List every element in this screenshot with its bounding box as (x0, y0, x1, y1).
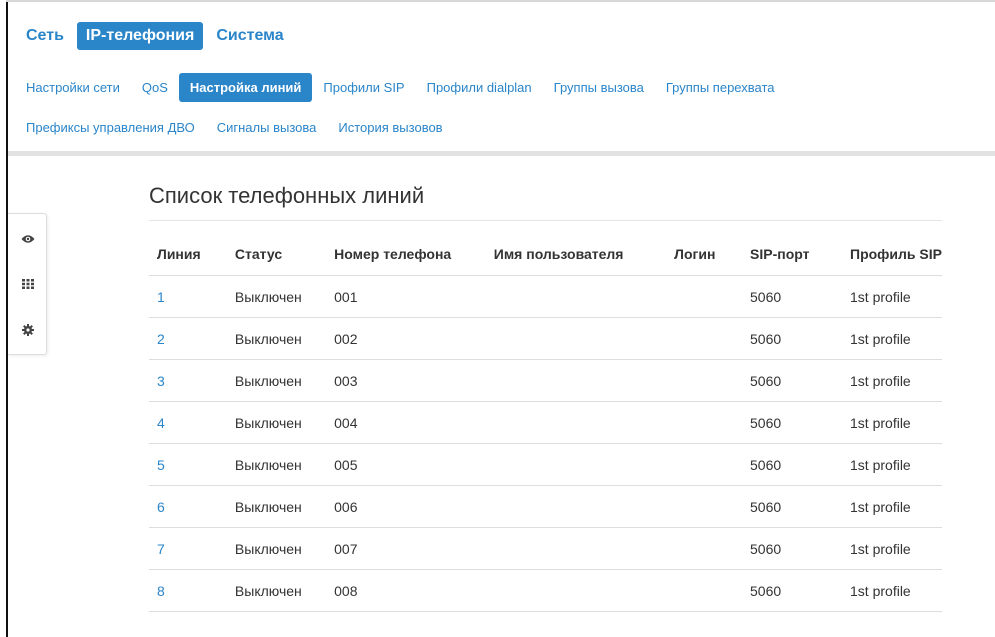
line-number-link[interactable]: 5 (149, 443, 227, 486)
eye-icon[interactable] (18, 229, 38, 249)
username-cell (485, 317, 667, 360)
column-header-username: Имя пользователя (485, 233, 667, 276)
sub-navigation: Настройки сети QoS Настройка линий Профи… (26, 70, 986, 150)
title-divider (149, 220, 942, 221)
line-number-link[interactable]: 7 (149, 527, 227, 570)
status-cell: Выключен (226, 359, 327, 402)
grid-icon[interactable] (18, 274, 38, 294)
subnav-call-history[interactable]: История вызовов (327, 113, 453, 142)
sip-port-cell: 5060 (742, 569, 843, 612)
sip-port-cell: 5060 (742, 443, 843, 486)
subnav-network-settings[interactable]: Настройки сети (26, 73, 131, 102)
login-cell (666, 485, 743, 528)
column-header-sip-port: SIP-порт (742, 233, 843, 276)
status-cell: Выключен (226, 443, 327, 486)
sip-port-cell: 5060 (742, 317, 843, 360)
status-cell: Выключен (226, 401, 327, 444)
tab-system[interactable]: Система (207, 22, 292, 50)
window-top-border (6, 0, 995, 2)
subnav-ring-signals[interactable]: Сигналы вызова (206, 113, 328, 142)
status-cell: Выключен (226, 527, 327, 570)
username-cell (485, 359, 667, 402)
line-number-link[interactable]: 1 (149, 275, 227, 318)
header-separator (8, 151, 995, 156)
status-cell: Выключен (226, 275, 327, 318)
line-number-link[interactable]: 2 (149, 317, 227, 360)
table-header-row: Линия Статус Номер телефона Имя пользова… (149, 233, 942, 276)
column-header-login: Логин (666, 233, 743, 276)
line-number-link[interactable]: 4 (149, 401, 227, 444)
table-row: 6 Выключен 006 5060 1st profile (149, 485, 942, 528)
phone-number-cell: 008 (326, 569, 486, 612)
status-cell: Выключен (226, 317, 327, 360)
tab-network[interactable]: Сеть (26, 22, 73, 50)
phone-number-cell: 004 (326, 401, 486, 444)
sip-profile-cell: 1st profile (842, 359, 942, 402)
login-cell (666, 401, 743, 444)
phone-number-cell: 003 (326, 359, 486, 402)
table-row: 4 Выключен 004 5060 1st profile (149, 401, 942, 444)
sip-port-cell: 5060 (742, 401, 843, 444)
table-row: 5 Выключен 005 5060 1st profile (149, 443, 942, 486)
subnav-line-settings[interactable]: Настройка линий (178, 72, 313, 102)
subnav-pickup-groups[interactable]: Группы перехвата (655, 73, 786, 102)
login-cell (666, 443, 743, 486)
phone-lines-table: Линия Статус Номер телефона Имя пользова… (149, 233, 942, 612)
table-row: 8 Выключен 008 5060 1st profile (149, 569, 942, 612)
username-cell (485, 275, 667, 318)
username-cell (485, 485, 667, 528)
subnav-call-groups[interactable]: Группы вызова (543, 73, 655, 102)
sip-profile-cell: 1st profile (842, 443, 942, 486)
subnav-dialplan-profiles[interactable]: Профили dialplan (416, 73, 543, 102)
phone-number-cell: 006 (326, 485, 486, 528)
login-cell (666, 317, 743, 360)
subnav-qos[interactable]: QoS (131, 73, 179, 102)
gear-icon[interactable] (18, 320, 38, 340)
login-cell (666, 569, 743, 612)
sip-profile-cell: 1st profile (842, 569, 942, 612)
table-row: 1 Выключен 001 5060 1st profile (149, 275, 942, 318)
username-cell (485, 443, 667, 486)
column-header-phone-number: Номер телефона (326, 233, 486, 276)
sip-profile-cell: 1st profile (842, 401, 942, 444)
sip-port-cell: 5060 (742, 485, 843, 528)
line-number-link[interactable]: 3 (149, 359, 227, 402)
column-header-line: Линия (149, 233, 227, 276)
login-cell (666, 275, 743, 318)
subnav-sip-profiles[interactable]: Профили SIP (312, 73, 415, 102)
phone-number-cell: 007 (326, 527, 486, 570)
sip-profile-cell: 1st profile (842, 485, 942, 528)
subnav-dvo-prefixes[interactable]: Префиксы управления ДВО (26, 113, 206, 142)
status-cell: Выключен (226, 485, 327, 528)
username-cell (485, 569, 667, 612)
sip-profile-cell: 1st profile (842, 275, 942, 318)
column-header-sip-profile: Профиль SIP (842, 233, 942, 276)
phone-number-cell: 001 (326, 275, 486, 318)
status-cell: Выключен (226, 569, 327, 612)
column-header-status: Статус (226, 233, 327, 276)
sip-port-cell: 5060 (742, 527, 843, 570)
table-row: 7 Выключен 007 5060 1st profile (149, 527, 942, 570)
page-title: Список телефонных линий (149, 183, 425, 208)
username-cell (485, 527, 667, 570)
username-cell (485, 401, 667, 444)
sip-profile-cell: 1st profile (842, 317, 942, 360)
login-cell (666, 527, 743, 570)
login-cell (666, 359, 743, 402)
phone-number-cell: 005 (326, 443, 486, 486)
sip-port-cell: 5060 (742, 275, 843, 318)
top-navigation: Сеть IP-телефония Система (26, 21, 297, 51)
sip-profile-cell: 1st profile (842, 527, 942, 570)
phone-number-cell: 002 (326, 317, 486, 360)
sub-nav-row: Настройки сети QoS Настройка линий Профи… (26, 70, 986, 104)
line-number-link[interactable]: 6 (149, 485, 227, 528)
side-toolbar (8, 213, 47, 355)
table-row: 2 Выключен 002 5060 1st profile (149, 317, 942, 360)
tab-ip-telephony[interactable]: IP-телефония (76, 22, 204, 50)
table-row: 3 Выключен 003 5060 1st profile (149, 359, 942, 402)
sub-nav-row: Префиксы управления ДВО Сигналы вызова И… (26, 110, 986, 144)
line-number-link[interactable]: 8 (149, 569, 227, 612)
sip-port-cell: 5060 (742, 359, 843, 402)
